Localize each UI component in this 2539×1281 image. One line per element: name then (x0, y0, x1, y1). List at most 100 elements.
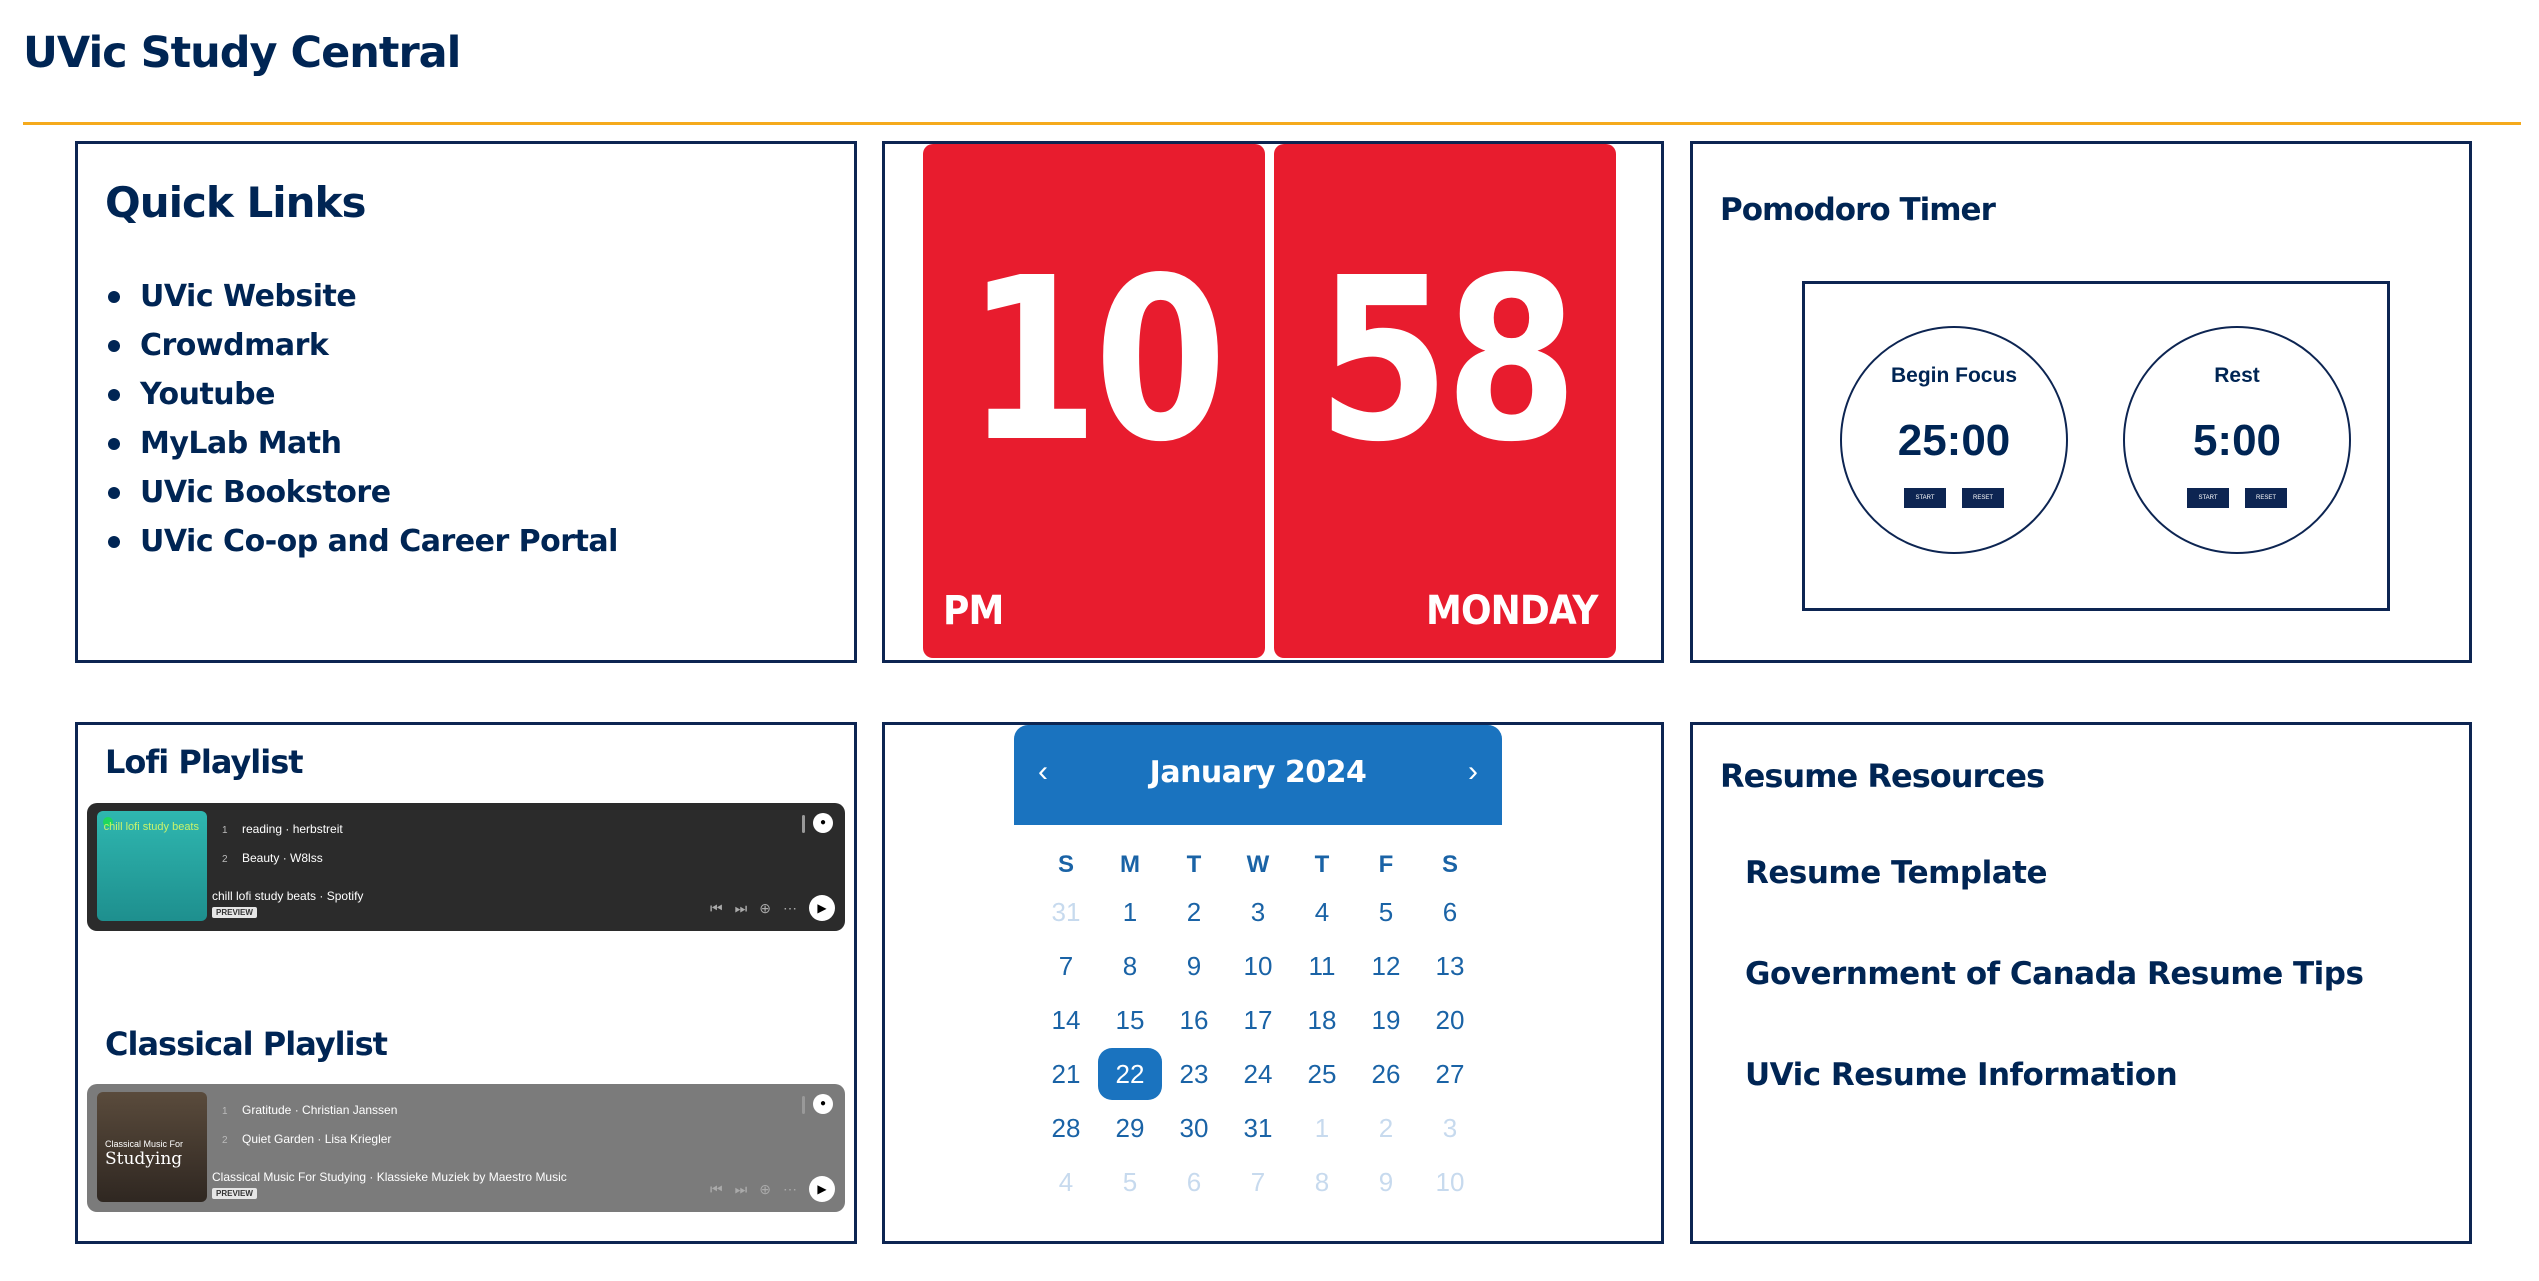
day-number: 5 (1378, 896, 1394, 927)
previous-icon[interactable]: ⏮ (710, 1181, 723, 1198)
day-number: 26 (1371, 1058, 1401, 1089)
playlist-cover: Classical Music For Studying (97, 1092, 207, 1202)
calendar-day[interactable]: 30 (1162, 1101, 1226, 1155)
calendar-day[interactable]: 28 (1034, 1101, 1098, 1155)
cover-subtitle: Classical Music For (105, 1139, 184, 1149)
focus-reset-button[interactable]: RESET (1962, 488, 2004, 508)
more-icon[interactable]: ⋯ (783, 1181, 797, 1198)
calendar-day[interactable]: 8 (1098, 939, 1162, 993)
day-number: 18 (1307, 1004, 1337, 1035)
calendar-day[interactable]: 27 (1418, 1047, 1482, 1101)
pomodoro-panel: Begin Focus 25:00 START RESET Rest 5:00 … (1802, 281, 2390, 611)
resume-links: Resume Template Government of Canada Res… (1745, 855, 2364, 1158)
resume-template-link[interactable]: Resume Template (1745, 855, 2363, 956)
calendar-day[interactable]: 15 (1098, 993, 1162, 1047)
calendar-day[interactable]: 10 (1226, 939, 1290, 993)
track-row[interactable]: 2 Quiet Garden · Lisa Kriegler (222, 1125, 397, 1154)
calendar-day[interactable]: 3 (1226, 885, 1290, 939)
calendar-day[interactable]: 19 (1354, 993, 1418, 1047)
rest-start-button[interactable]: START (2187, 488, 2229, 508)
calendar-month: January 2024 (1149, 755, 1367, 790)
calendar-day-outside: 9 (1354, 1155, 1418, 1209)
more-icon[interactable]: ⋯ (783, 900, 797, 917)
calendar-day[interactable]: 11 (1290, 939, 1354, 993)
calendar-day[interactable]: 1 (1098, 885, 1162, 939)
play-icon[interactable]: ▶ (809, 895, 835, 921)
calendar-card: ‹ January 2024 › S M T W T F S 31 1 2 3 4 5 6 7 8 9 10 11 1… (882, 722, 1664, 1244)
track-row[interactable]: 2 Beauty · W8lss (222, 844, 343, 873)
link-uvic-website[interactable]: UVic Website (108, 272, 618, 321)
clock-hours-panel: 10 PM (923, 144, 1265, 658)
day-number: 9 (1378, 1166, 1394, 1197)
resume-title: Resume Resources (1720, 757, 2045, 795)
calendar-day[interactable]: 12 (1354, 939, 1418, 993)
day-number: 13 (1435, 950, 1465, 981)
calendar-day[interactable]: 31 (1226, 1101, 1290, 1155)
calendar-day[interactable]: 6 (1418, 885, 1482, 939)
bullet-icon (108, 339, 120, 352)
bullet-icon (108, 535, 120, 548)
classical-spotify-embed[interactable]: Classical Music For Studying 1 Gratitude ·… (87, 1084, 845, 1212)
rest-reset-button[interactable]: RESET (2245, 488, 2287, 508)
add-icon[interactable]: ⊕ (759, 1181, 771, 1198)
calendar-day[interactable]: 2 (1162, 885, 1226, 939)
link-youtube[interactable]: Youtube (108, 370, 618, 419)
day-number: 4 (1314, 896, 1330, 927)
uvic-resume-info-link[interactable]: UVic Resume Information (1745, 1057, 2363, 1158)
day-number: 22 (1098, 1048, 1162, 1100)
link-label: UVic Bookstore (140, 475, 391, 510)
add-icon[interactable]: ⊕ (759, 900, 771, 917)
weekday-header: W (1246, 851, 1270, 878)
calendar-day[interactable]: 23 (1162, 1047, 1226, 1101)
chevron-right-icon[interactable]: › (1468, 755, 1478, 789)
calendar-day[interactable]: 4 (1290, 885, 1354, 939)
previous-icon[interactable]: ⏮ (710, 900, 723, 917)
calendar-day-outside: 3 (1418, 1101, 1482, 1155)
track-scrollbar[interactable] (802, 1096, 805, 1114)
track-title: Gratitude · Christian Janssen (242, 1103, 398, 1117)
calendar-day[interactable]: 14 (1034, 993, 1098, 1047)
next-icon[interactable]: ⏭ (735, 900, 748, 917)
day-number: 31 (1243, 1112, 1273, 1143)
next-icon[interactable]: ⏭ (735, 1181, 748, 1198)
cover-title: Studying (105, 1148, 183, 1169)
track-row[interactable]: 1 reading · herbstreit (222, 815, 343, 844)
link-crowdmark[interactable]: Crowdmark (108, 321, 618, 370)
link-mylab-math[interactable]: MyLab Math (108, 419, 618, 468)
classical-playlist-title: Classical Playlist (105, 1025, 388, 1063)
calendar-day[interactable]: 17 (1226, 993, 1290, 1047)
playlist-name: Classical Music For Studying · Klassieke… (212, 1170, 567, 1184)
calendar-day[interactable]: 9 (1162, 939, 1226, 993)
canada-resume-tips-link[interactable]: Government of Canada Resume Tips (1745, 956, 2364, 1057)
calendar-day[interactable]: 7 (1034, 939, 1098, 993)
lofi-spotify-embed[interactable]: chill lofi study beats 1 reading · herbst… (87, 803, 845, 931)
calendar-header: ‹ January 2024 › (1014, 725, 1502, 825)
calendar-day-selected[interactable]: 22 (1098, 1047, 1162, 1101)
calendar-day[interactable]: 25 (1290, 1047, 1354, 1101)
calendar-day[interactable]: 13 (1418, 939, 1482, 993)
calendar-day[interactable]: 5 (1354, 885, 1418, 939)
link-label: UVic Co-op and Career Portal (140, 524, 618, 559)
link-uvic-bookstore[interactable]: UVic Bookstore (108, 468, 618, 517)
focus-start-button[interactable]: START (1904, 488, 1946, 508)
link-coop-career-portal[interactable]: UVic Co-op and Career Portal (108, 517, 618, 566)
clock-meridiem: PM (943, 588, 1004, 634)
spotify-icon[interactable]: ● (813, 813, 833, 833)
calendar-day[interactable]: 26 (1354, 1047, 1418, 1101)
calendar-day[interactable]: 16 (1162, 993, 1226, 1047)
weekday-header: S (1057, 851, 1074, 878)
track-row[interactable]: 1 Gratitude · Christian Janssen (222, 1096, 397, 1125)
spotify-icon[interactable]: ● (813, 1094, 833, 1114)
weekday-header: M (1120, 851, 1140, 878)
calendar-day[interactable]: 18 (1290, 993, 1354, 1047)
track-scrollbar[interactable] (802, 815, 805, 833)
calendar-day[interactable]: 24 (1226, 1047, 1290, 1101)
calendar-day[interactable]: 21 (1034, 1047, 1098, 1101)
playlist-cover: chill lofi study beats (97, 811, 207, 921)
play-icon[interactable]: ▶ (809, 1176, 835, 1202)
calendar-day[interactable]: 29 (1098, 1101, 1162, 1155)
rest-timer: Rest 5:00 START RESET (2123, 326, 2351, 554)
resume-card: Resume Resources Resume Template Governm… (1690, 722, 2472, 1244)
quick-links-list: UVic Website Crowdmark Youtube MyLab Mat… (108, 272, 618, 566)
calendar-day[interactable]: 20 (1418, 993, 1482, 1047)
